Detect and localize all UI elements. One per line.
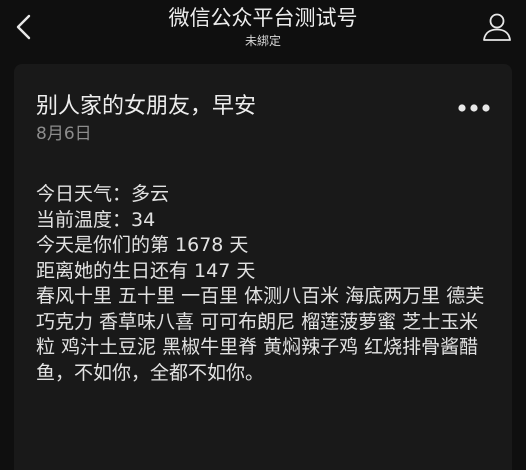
title-group: 微信公众平台测试号 未綁定 [80,4,446,49]
person-icon [480,10,514,44]
page-title: 微信公众平台测试号 [168,6,358,30]
back-button[interactable] [8,8,42,46]
profile-button[interactable] [480,10,514,44]
temperature-line: 当前温度：34 [36,208,156,231]
days-together-line: 今天是你们的第 1678 天 [36,234,249,256]
message-header: 别人家的女朋友，早安 8月6日 [36,92,452,146]
more-dots-icon [456,100,492,116]
top-navigation-bar: 微信公众平台测试号 未綁定 [0,0,526,54]
message-date: 8月6日 [36,124,92,144]
message-card[interactable]: 别人家的女朋友，早安 8月6日 今日天气：多云 当前温度：34 今天是你们的第 … [14,64,512,470]
weather-line: 今日天气：多云 [36,183,170,205]
more-options-button[interactable] [456,100,492,116]
chevron-left-icon [8,8,42,46]
message-title: 别人家的女朋友，早安 [36,94,257,119]
love-poem-text: 春风十里 五十里 一百里 体测八百米 海底两万里 德芙巧克力 香草味八喜 可可布… [36,285,485,384]
birthday-countdown-line: 距离她的生日还有 147 天 [36,259,256,282]
message-body: 今日天气：多云 当前温度：34 今天是你们的第 1678 天 距离她的生日还有 … [36,182,488,386]
page-subtitle: 未綁定 [244,34,281,48]
